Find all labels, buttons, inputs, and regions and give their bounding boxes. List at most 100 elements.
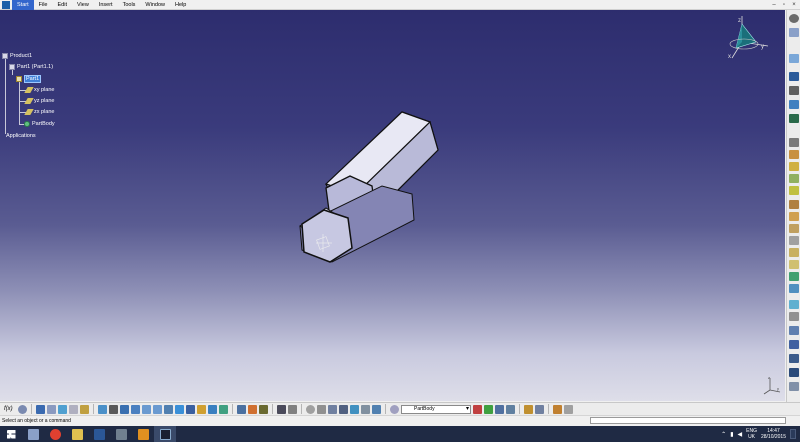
fit-all-icon[interactable] bbox=[109, 404, 118, 414]
normal-view-icon[interactable] bbox=[164, 404, 173, 414]
translate-icon[interactable] bbox=[789, 300, 799, 309]
grid-icon[interactable] bbox=[789, 354, 799, 363]
tool-icon[interactable] bbox=[564, 404, 573, 414]
copy-icon[interactable] bbox=[69, 404, 78, 414]
workbench-icon[interactable] bbox=[789, 14, 799, 23]
tool-icon[interactable] bbox=[361, 404, 370, 414]
3d-viewport[interactable]: Product1 Part1 (Part1.1) Part1 xy plane … bbox=[0, 10, 785, 401]
fillet-icon[interactable] bbox=[789, 224, 799, 233]
command-input[interactable] bbox=[590, 417, 786, 424]
sketcher-icon[interactable] bbox=[789, 72, 799, 81]
groove-icon[interactable] bbox=[789, 186, 799, 195]
views-icon[interactable] bbox=[175, 404, 184, 414]
compass-icon[interactable]: z y x bbox=[726, 14, 770, 62]
fly-mode-icon[interactable] bbox=[98, 404, 107, 414]
hole-icon[interactable] bbox=[789, 200, 799, 209]
shading-icon[interactable] bbox=[186, 404, 195, 414]
menu-tools[interactable]: Tools bbox=[118, 0, 141, 10]
taskbar-app-photos[interactable] bbox=[110, 426, 132, 442]
boolean-icon[interactable] bbox=[789, 326, 799, 335]
taskbar-app-desktop[interactable] bbox=[22, 426, 44, 442]
tree-item-partbody[interactable]: PartBody bbox=[24, 121, 55, 127]
zoom-out-icon[interactable] bbox=[153, 404, 162, 414]
menu-edit[interactable]: Edit bbox=[53, 0, 72, 10]
tool-icon[interactable] bbox=[495, 404, 504, 414]
chamfer-icon[interactable] bbox=[789, 236, 799, 245]
start-button[interactable] bbox=[0, 426, 22, 442]
hexagonal-shaft-model[interactable] bbox=[290, 110, 450, 280]
clock[interactable]: 14:47 28/10/2015 bbox=[761, 428, 786, 440]
tree-item-applications[interactable]: Applications bbox=[6, 133, 36, 139]
tool-icon[interactable] bbox=[219, 404, 228, 414]
taskbar-app-chrome[interactable] bbox=[44, 426, 66, 442]
tool-icon[interactable] bbox=[553, 404, 562, 414]
print-icon[interactable] bbox=[47, 404, 56, 414]
tree-item-part[interactable]: Part1 bbox=[16, 75, 42, 83]
update-icon[interactable] bbox=[237, 404, 246, 414]
menu-window[interactable]: Window bbox=[140, 0, 170, 10]
network-icon[interactable]: ▮ bbox=[730, 431, 733, 438]
pocket-icon[interactable] bbox=[789, 162, 799, 171]
hide-show-icon[interactable] bbox=[197, 404, 206, 414]
pan-icon[interactable] bbox=[120, 404, 129, 414]
tool-icon[interactable] bbox=[506, 404, 515, 414]
paste-icon[interactable] bbox=[80, 404, 89, 414]
tool-icon[interactable] bbox=[306, 404, 315, 414]
swap-space-icon[interactable] bbox=[208, 404, 217, 414]
tool-icon[interactable] bbox=[535, 404, 544, 414]
zoom-in-icon[interactable] bbox=[142, 404, 151, 414]
tool-icon[interactable] bbox=[259, 404, 268, 414]
notifications-icon[interactable] bbox=[790, 429, 796, 439]
restore-icon[interactable]: ▫ bbox=[780, 1, 788, 9]
close-icon[interactable]: × bbox=[790, 1, 798, 9]
sketch-icon[interactable] bbox=[789, 28, 799, 37]
tool-icon[interactable] bbox=[288, 404, 297, 414]
tool-icon[interactable] bbox=[484, 404, 493, 414]
shaft-icon[interactable] bbox=[789, 174, 799, 183]
volume-icon[interactable]: ◀ bbox=[738, 431, 743, 438]
menu-start[interactable]: Start bbox=[12, 0, 34, 10]
scale-icon[interactable] bbox=[789, 312, 799, 321]
axis-icon[interactable] bbox=[789, 340, 799, 349]
rotate-icon[interactable] bbox=[131, 404, 140, 414]
tree-item-zx-plane[interactable]: zx plane bbox=[24, 109, 55, 115]
tool-icon[interactable] bbox=[473, 404, 482, 414]
tool-icon[interactable] bbox=[372, 404, 381, 414]
tool-icon[interactable] bbox=[350, 404, 359, 414]
tool-icon[interactable] bbox=[277, 404, 286, 414]
taskbar-app-word[interactable] bbox=[88, 426, 110, 442]
tool-icon[interactable] bbox=[328, 404, 337, 414]
save-icon[interactable] bbox=[36, 404, 45, 414]
current-body-select[interactable]: PartBody bbox=[401, 404, 471, 414]
mirror-icon[interactable] bbox=[789, 284, 799, 293]
taskbar-app-paint[interactable] bbox=[132, 426, 154, 442]
tree-item-yz-plane[interactable]: yz plane bbox=[24, 98, 55, 104]
tool-icon[interactable] bbox=[789, 114, 799, 123]
taskbar-app-explorer[interactable] bbox=[66, 426, 88, 442]
pattern-icon[interactable] bbox=[789, 272, 799, 281]
tool-icon[interactable] bbox=[789, 138, 799, 147]
tool-icon[interactable] bbox=[789, 54, 799, 63]
cut-icon[interactable] bbox=[58, 404, 67, 414]
tool-icon[interactable] bbox=[524, 404, 533, 414]
menu-view[interactable]: View bbox=[72, 0, 94, 10]
knowledge-icon[interactable] bbox=[18, 404, 27, 414]
minimize-icon[interactable]: – bbox=[770, 1, 778, 9]
tray-up-arrow-icon[interactable]: ⌃ bbox=[721, 431, 726, 438]
tool-icon[interactable] bbox=[789, 100, 799, 109]
tool-icon[interactable] bbox=[248, 404, 257, 414]
tree-item-product[interactable]: Product1 bbox=[2, 53, 32, 59]
formula-button[interactable]: f(x) bbox=[4, 406, 16, 412]
tool-icon[interactable] bbox=[789, 382, 799, 391]
measure-icon[interactable] bbox=[789, 368, 799, 377]
shell-icon[interactable] bbox=[789, 260, 799, 269]
language-indicator[interactable]: ENG UK bbox=[746, 428, 757, 440]
rib-icon[interactable] bbox=[789, 212, 799, 221]
menu-file[interactable]: File bbox=[34, 0, 53, 10]
taskbar-app-catia[interactable] bbox=[154, 426, 176, 442]
menu-help[interactable]: Help bbox=[170, 0, 191, 10]
tree-item-xy-plane[interactable]: xy plane bbox=[24, 87, 55, 93]
tree-item-part-instance[interactable]: Part1 (Part1.1) bbox=[9, 64, 53, 70]
tool-icon[interactable] bbox=[789, 86, 799, 95]
pad-icon[interactable] bbox=[789, 150, 799, 159]
